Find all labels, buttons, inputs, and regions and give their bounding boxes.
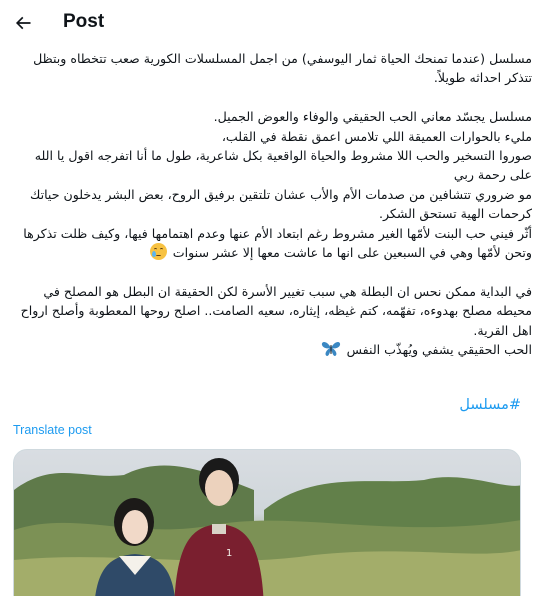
post-line: مسلسل يجسّد معاني الحب الحقيقي والوفاء و… <box>213 109 532 125</box>
post-paragraph-1: مسلسل (عندما تمنحك الحياة ثمار اليوسفي) … <box>33 51 532 86</box>
page-title: Post <box>63 11 105 32</box>
post-line-text: الحب الحقيقي يشفي ويُهذّب النفس <box>346 342 532 358</box>
hashtag-link[interactable]: #مسلسل <box>459 397 521 413</box>
post-line-with-emoji: الحب الحقيقي يشفي ويُهذّب النفس <box>12 340 532 359</box>
jacket-text: 1 <box>226 548 232 559</box>
post-body: مسلسل (عندما تمنحك الحياة ثمار اليوسفي) … <box>12 49 532 359</box>
top-bar: Post <box>0 0 549 46</box>
arrow-left-icon <box>15 16 31 30</box>
back-button[interactable] <box>6 6 40 40</box>
post-line: مليء بالحوارات العميقة اللي تلامس اعمق ن… <box>221 128 532 144</box>
post-line: مو ضروري تتشافين من صدمات الأم والأب عشا… <box>29 186 532 222</box>
drama-poster-image[interactable]: 1 <box>13 449 521 596</box>
butterfly-icon <box>321 342 340 357</box>
translate-post-button[interactable]: Translate post <box>13 423 92 437</box>
post-line: صوروا التسخير والحب اللا مشروط والحياة ا… <box>34 148 532 183</box>
post-line: في البداية ممكن نحس ان البطلة هي سبب تغي… <box>20 283 532 338</box>
post-line-text: أثّر فيني حب البنت لأمّها الغير مشروط رغ… <box>23 225 532 261</box>
poster-illustration: 1 <box>14 458 520 596</box>
face-holding-back-tears-icon <box>149 243 167 261</box>
post-line-with-emoji: أثّر فيني حب البنت لأمّها الغير مشروط رغ… <box>12 224 532 263</box>
